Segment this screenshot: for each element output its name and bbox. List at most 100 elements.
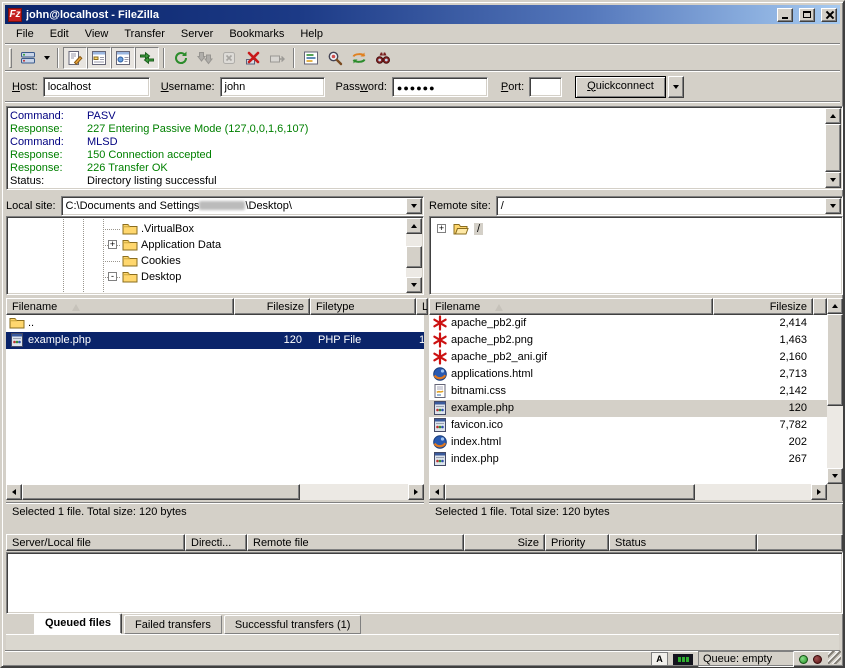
remote-site-combobox[interactable]: / (496, 196, 843, 216)
file-row-index-php[interactable]: index.php267 (429, 451, 827, 468)
file-row-favicon-ico[interactable]: favicon.ico7,782 (429, 417, 827, 434)
compare-button[interactable] (323, 47, 347, 69)
remote-list-hscrollbar[interactable] (429, 484, 827, 500)
file-size: 2,713 (713, 368, 807, 380)
tree-expander-plus[interactable]: + (108, 240, 117, 249)
username-input[interactable]: john (220, 77, 325, 97)
menu-item-bookmarks[interactable]: Bookmarks (221, 25, 292, 43)
column-header-label: Server/Local file (12, 537, 91, 549)
column-header-filler[interactable] (813, 298, 827, 315)
file-row-apache-pb2-ani-gif[interactable]: apache_pb2_ani.gif2,160 (429, 349, 827, 366)
site-manager-button[interactable] (16, 47, 40, 69)
column-header-remote-file[interactable]: Remote file (247, 534, 464, 551)
file-row-x[interactable]: .. (6, 315, 424, 332)
local-site-dropdown-button[interactable] (406, 198, 422, 214)
column-header-filename[interactable]: Filename (6, 298, 234, 315)
toggle-message-log-button[interactable] (63, 47, 87, 69)
log-scrollbar[interactable] (825, 108, 841, 188)
scrollbar-thumb[interactable] (825, 124, 841, 172)
host-input[interactable]: localhost (43, 77, 150, 97)
scroll-down-button[interactable] (825, 172, 841, 188)
tree-expander-minus[interactable]: - (108, 272, 117, 281)
tree-item-desktop[interactable]: -Desktop (9, 269, 387, 285)
title-bar[interactable]: Fz john@localhost - FileZilla (5, 5, 840, 24)
remote-site-dropdown-button[interactable] (825, 198, 841, 214)
scroll-up-button[interactable] (827, 298, 843, 314)
column-header-directi[interactable]: Directi... (185, 534, 247, 551)
maximize-button[interactable] (799, 8, 815, 22)
column-header-server-local-file[interactable]: Server/Local file (6, 534, 185, 551)
column-header-priority[interactable]: Priority (545, 534, 609, 551)
tab-failed-transfers[interactable]: Failed transfers (124, 615, 222, 634)
column-header-filetype[interactable]: Filetype (310, 298, 416, 315)
password-input[interactable]: ●●●●●● (392, 77, 488, 97)
log-line: Command:PASV (10, 110, 822, 123)
process-queue-button[interactable] (193, 47, 217, 69)
column-header-status[interactable]: Status (609, 534, 757, 551)
resize-grip[interactable] (828, 651, 841, 664)
scroll-left-button[interactable] (6, 484, 22, 500)
scroll-left-button[interactable] (429, 484, 445, 500)
scroll-right-button[interactable] (408, 484, 424, 500)
menu-item-view[interactable]: View (77, 25, 117, 43)
tree-item-application-data[interactable]: +Application Data (9, 237, 387, 253)
column-header-filesize[interactable]: Filesize (234, 298, 310, 315)
scroll-down-button[interactable] (406, 277, 422, 293)
filter-button[interactable] (299, 47, 323, 69)
tab-successful-transfers-1[interactable]: Successful transfers (1) (224, 615, 362, 634)
tree-item-virtualbox[interactable]: .VirtualBox (9, 221, 387, 237)
file-row-example-php[interactable]: example.php120PHP File1 (6, 332, 424, 349)
menu-bar: FileEditViewTransferServerBookmarksHelp (5, 24, 840, 44)
disconnect-button[interactable] (241, 47, 265, 69)
minimize-button[interactable] (777, 8, 793, 22)
column-header-filesize[interactable]: Filesize (713, 298, 813, 315)
tree-item-cookies[interactable]: Cookies (9, 253, 387, 269)
sync-browse-button[interactable] (347, 47, 371, 69)
menu-item-edit[interactable]: Edit (42, 25, 77, 43)
port-input[interactable] (529, 77, 562, 97)
tab-queued-files[interactable]: Queued files (34, 613, 122, 634)
menu-item-file[interactable]: File (8, 25, 42, 43)
find-button[interactable] (371, 47, 395, 69)
tree-item-root[interactable]: +/ (432, 221, 822, 237)
toggle-remote-tree-button[interactable] (111, 47, 135, 69)
remote-list-scrollbar[interactable] (827, 298, 843, 484)
file-row-applications-html[interactable]: applications.html2,713 (429, 366, 827, 383)
local-list-hscrollbar[interactable] (6, 484, 424, 500)
file-row-example-php[interactable]: example.php120 (429, 400, 827, 417)
toggle-queue-button[interactable] (135, 47, 159, 69)
scroll-up-button[interactable] (825, 108, 841, 124)
file-row-apache-pb2-gif[interactable]: apache_pb2.gif2,414 (429, 315, 827, 332)
scrollbar-thumb[interactable] (445, 484, 695, 500)
tree-expander-plus[interactable]: + (437, 224, 446, 233)
scroll-down-button[interactable] (827, 468, 843, 484)
column-header-size[interactable]: Size (464, 534, 545, 551)
site-manager-dropdown-button[interactable] (40, 47, 53, 69)
scrollbar-thumb[interactable] (827, 314, 843, 406)
file-row-bitnami-css[interactable]: bitnami.css2,142 (429, 383, 827, 400)
column-header-l[interactable]: L (416, 298, 428, 315)
scroll-up-button[interactable] (406, 218, 422, 234)
scrollbar-thumb[interactable] (22, 484, 300, 500)
column-header-filler[interactable] (757, 534, 843, 551)
reconnect-button[interactable] (265, 47, 289, 69)
close-button[interactable] (821, 8, 837, 22)
quickconnect-dropdown-button[interactable] (668, 76, 684, 98)
scrollbar-thumb[interactable] (406, 246, 422, 268)
cancel-button[interactable] (217, 47, 241, 69)
local-tree-scrollbar[interactable] (406, 218, 422, 293)
column-header-filename[interactable]: Filename (429, 298, 713, 315)
refresh-button[interactable] (169, 47, 193, 69)
compare-icon (327, 50, 343, 66)
scroll-right-button[interactable] (811, 484, 827, 500)
menu-item-help[interactable]: Help (292, 25, 331, 43)
toolbar-grip[interactable] (9, 48, 12, 68)
quickconnect-button[interactable]: Quickconnect (575, 76, 666, 98)
toggle-local-tree-button[interactable] (87, 47, 111, 69)
local-site-combobox[interactable]: C:\Documents and Settings\Desktop\ (61, 196, 424, 216)
file-row-index-html[interactable]: index.html202 (429, 434, 827, 451)
file-row-apache-pb2-png[interactable]: apache_pb2.png1,463 (429, 332, 827, 349)
menu-item-server[interactable]: Server (173, 25, 221, 43)
log-content: Command:PASVResponse:227 Entering Passiv… (10, 110, 822, 188)
menu-item-transfer[interactable]: Transfer (116, 25, 173, 43)
